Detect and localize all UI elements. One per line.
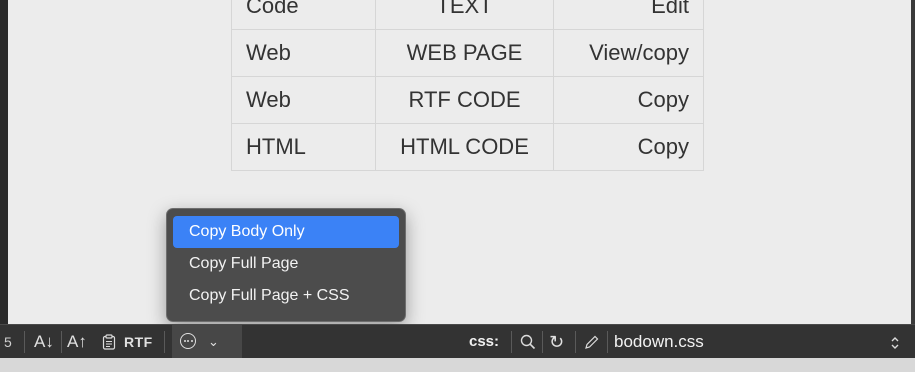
toolbar-divider: [24, 331, 25, 353]
toolbar-divider: [542, 331, 543, 353]
table-row: Web RTF CODE Copy: [231, 76, 704, 124]
updown-chevron-icon[interactable]: [890, 325, 900, 359]
table-cell: Code: [231, 0, 376, 30]
table-row: HTML HTML CODE Copy: [231, 123, 704, 171]
window-bottom-edge: [0, 358, 915, 372]
more-options-icon: [180, 333, 196, 349]
menu-item-copy-full-page[interactable]: Copy Full Page: [173, 248, 399, 280]
table-cell: HTML: [231, 123, 376, 171]
reload-icon[interactable]: ↻: [549, 325, 564, 359]
editor-window: Code TEXT Edit Web WEB PAGE View/copy We…: [0, 0, 915, 372]
table-row: Code TEXT Edit: [231, 0, 704, 30]
line-number: 5: [4, 334, 12, 350]
pencil-icon[interactable]: [584, 325, 600, 359]
stylesheet-select[interactable]: bodown.css: [614, 325, 704, 359]
left-window-edge: [0, 0, 8, 324]
table-cell: Copy: [553, 123, 704, 171]
bottom-toolbar: 5 A↓ A↑ RTF ⌄ css: ↻ bodown.css: [0, 324, 915, 359]
toolbar-divider: [575, 331, 576, 353]
toolbar-divider: [511, 331, 512, 353]
table-cell: Edit: [553, 0, 704, 30]
copy-options-menu: Copy Body Only Copy Full Page Copy Full …: [166, 208, 406, 322]
menu-item-copy-body-only[interactable]: Copy Body Only: [173, 216, 399, 248]
table-cell: Web: [231, 76, 376, 124]
toolbar-divider: [61, 331, 62, 353]
table-cell: HTML CODE: [375, 123, 554, 171]
search-icon[interactable]: [520, 325, 536, 359]
table-cell: RTF CODE: [375, 76, 554, 124]
preview-table: Code TEXT Edit Web WEB PAGE View/copy We…: [231, 0, 704, 171]
menu-item-copy-full-page-css[interactable]: Copy Full Page + CSS: [173, 280, 399, 312]
sort-ascending-button[interactable]: A↓: [34, 325, 54, 359]
sort-descending-button[interactable]: A↑: [67, 325, 87, 359]
table-cell: Web: [231, 29, 376, 77]
toolbar-divider: [164, 331, 165, 353]
table-cell: TEXT: [375, 0, 554, 30]
clipboard-icon[interactable]: [102, 325, 116, 359]
copy-options-button[interactable]: ⌄: [172, 325, 242, 359]
table-cell: WEB PAGE: [375, 29, 554, 77]
copy-rtf-button[interactable]: RTF: [124, 325, 153, 359]
chevron-down-icon: ⌄: [208, 334, 219, 349]
table-row: Web WEB PAGE View/copy: [231, 29, 704, 77]
preview-pane: Code TEXT Edit Web WEB PAGE View/copy We…: [8, 0, 911, 324]
css-label: css:: [469, 333, 500, 350]
toolbar-divider: [607, 331, 608, 353]
right-scroll-edge: [911, 0, 915, 324]
table-cell: Copy: [553, 76, 704, 124]
table-cell: View/copy: [553, 29, 704, 77]
